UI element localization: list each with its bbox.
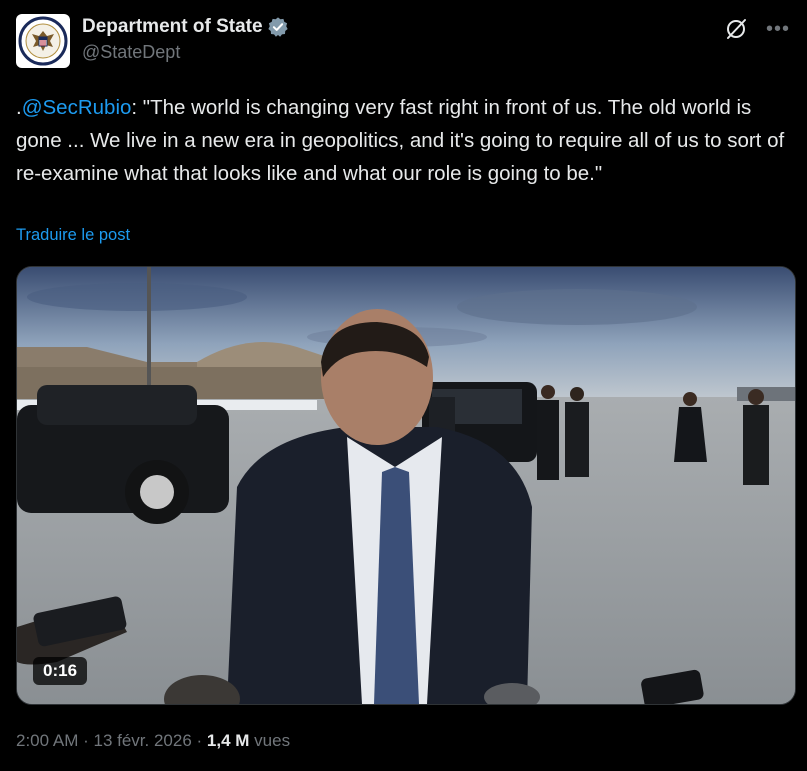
account-names: Department of State @StateDept bbox=[82, 15, 289, 65]
tweet-text: .@SecRubio: "The world is changing very … bbox=[16, 91, 791, 190]
video-frame bbox=[17, 267, 795, 704]
more-options-icon[interactable]: ••• bbox=[765, 16, 791, 42]
views-count: 1,4 M bbox=[206, 731, 250, 750]
video-duration: 0:16 bbox=[33, 657, 88, 685]
avatar[interactable] bbox=[16, 14, 70, 68]
top-actions: ••• bbox=[723, 16, 791, 42]
tweet-header: Department of State @StateDept ••• bbox=[16, 14, 791, 70]
state-department-seal-icon bbox=[18, 16, 68, 66]
translate-link[interactable]: Traduire le post bbox=[16, 226, 130, 245]
display-name-row[interactable]: Department of State bbox=[82, 15, 289, 39]
meta-separator: · bbox=[191, 731, 207, 750]
views-label: vues bbox=[249, 731, 291, 750]
meta-separator: · bbox=[78, 731, 94, 750]
post-time[interactable]: 2:00 AM bbox=[16, 731, 78, 750]
display-name[interactable]: Department of State bbox=[82, 15, 263, 39]
tweet-body: : "The world is changing very fast right… bbox=[16, 96, 785, 185]
grok-icon[interactable] bbox=[723, 16, 749, 42]
handle[interactable]: @StateDept bbox=[82, 39, 289, 65]
post-date[interactable]: 13 févr. 2026 bbox=[93, 731, 191, 750]
mention-link[interactable]: @SecRubio bbox=[22, 96, 132, 119]
verified-badge-icon[interactable] bbox=[267, 16, 289, 38]
video-player[interactable]: 0:16 bbox=[16, 266, 796, 705]
tweet-meta: 2:00 AM · 13 févr. 2026 · 1,4 M vues bbox=[16, 729, 290, 753]
